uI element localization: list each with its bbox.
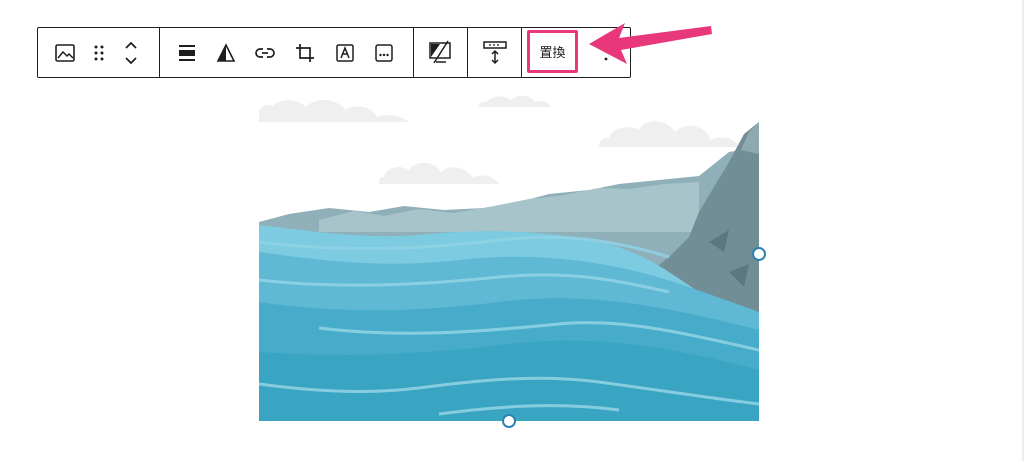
crop-icon [296, 44, 314, 62]
link-icon [255, 48, 275, 58]
move-buttons[interactable] [116, 38, 146, 68]
move-up-down-icon [125, 41, 137, 65]
annotation-arrow [589, 23, 712, 64]
align-icon [179, 45, 195, 61]
resize-handle-right[interactable] [752, 247, 766, 261]
toolbar-group-height [467, 28, 522, 77]
replace-button[interactable]: 置換 [527, 30, 578, 73]
drag-handle[interactable] [84, 38, 114, 68]
align-button[interactable] [172, 38, 202, 68]
image-block[interactable] [258, 92, 766, 428]
duotone-button[interactable] [211, 38, 241, 68]
sea-mountain-illustration [258, 95, 760, 421]
drag-handle-icon [94, 45, 104, 61]
toolbar-group-block [38, 28, 159, 77]
resize-handle-bottom[interactable] [502, 414, 516, 428]
resize-height-button[interactable] [480, 38, 510, 68]
block-toolbar: 置換 [37, 27, 631, 78]
apply-cover-icon [429, 40, 451, 64]
editor-canvas: 置換 [0, 0, 1024, 461]
apply-cover-button[interactable] [426, 38, 456, 68]
link-button[interactable] [250, 38, 280, 68]
image-icon [55, 44, 75, 62]
duotone-filter-icon [216, 43, 236, 62]
image-block-button[interactable] [50, 38, 80, 68]
alt-text-button[interactable] [369, 38, 399, 68]
toolbar-group-tools [159, 28, 414, 77]
text-overlay-button[interactable] [330, 38, 360, 68]
toolbar-group-cover [413, 28, 468, 77]
alt-text-icon [375, 44, 393, 62]
clouds [259, 95, 739, 184]
crop-button[interactable] [290, 38, 320, 68]
resize-height-icon [483, 41, 507, 65]
text-overlay-icon [336, 44, 354, 62]
